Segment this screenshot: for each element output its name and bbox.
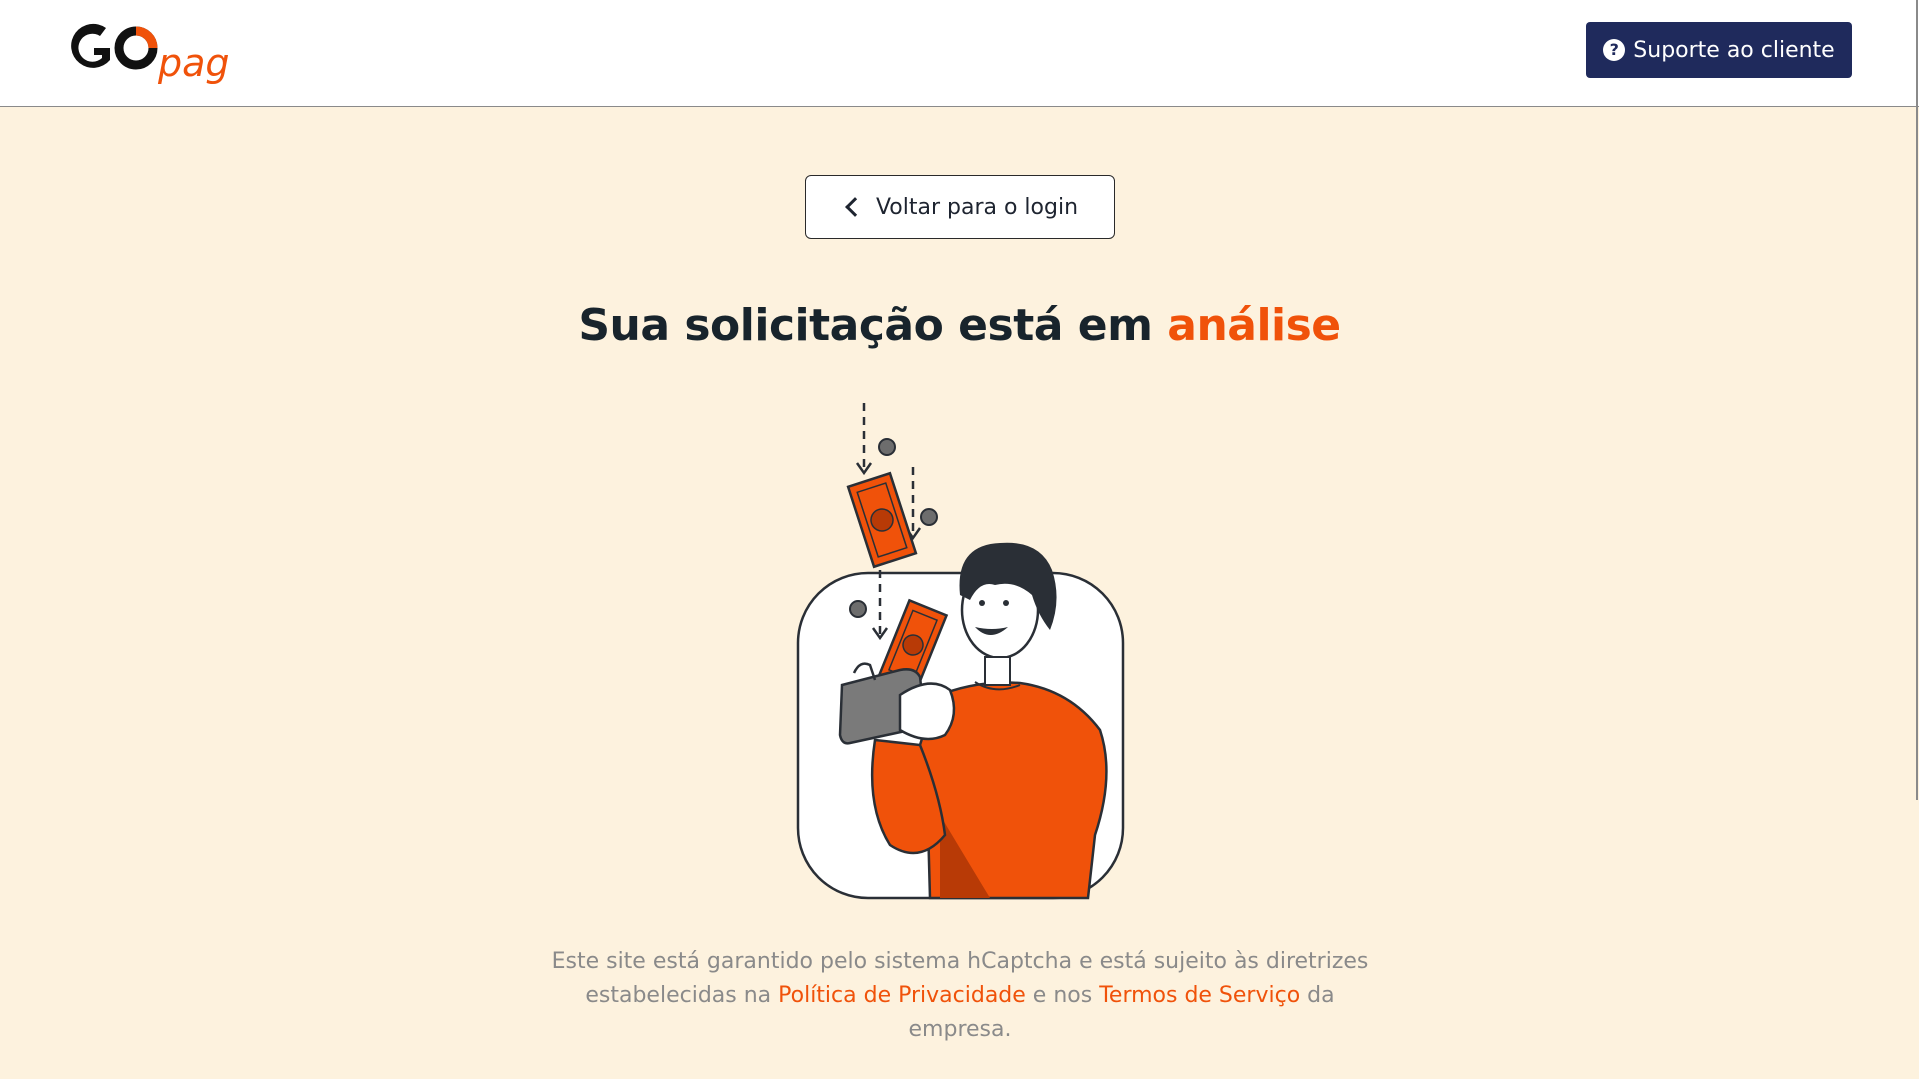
page-scrollbar[interactable] [1915, 0, 1919, 1079]
hcaptcha-disclaimer: Este site está garantido pelo sistema hC… [540, 945, 1380, 1047]
illustration-graphic [796, 403, 1125, 900]
disclaimer-text-middle: e nos [1025, 983, 1100, 1008]
gopag-logo-graphic: pag [71, 23, 230, 85]
question-circle-icon: ? [1603, 39, 1626, 61]
title-prefix: Sua solicitação está em [578, 300, 1168, 351]
privacy-policy-link[interactable]: Política de Privacidade [778, 983, 1026, 1008]
chevron-left-icon [845, 197, 865, 217]
support-button-label: Suporte ao cliente [1633, 37, 1835, 63]
back-button-label: Voltar para o login [875, 194, 1079, 220]
page-title: Sua solicitação está em análise [0, 300, 1919, 351]
money-wallet-illustration [770, 395, 1150, 905]
customer-support-button[interactable]: ? Suporte ao cliente [1586, 22, 1852, 78]
back-to-login-button[interactable]: Voltar para o login [805, 175, 1115, 239]
title-highlight: análise [1167, 300, 1341, 351]
gopag-logo[interactable]: pag [66, 18, 266, 88]
terms-of-service-link[interactable]: Termos de Serviço [1099, 983, 1300, 1008]
site-header: pag ? Suporte ao cliente [0, 0, 1919, 107]
svg-text:pag: pag [157, 41, 230, 85]
scrollbar-thumb[interactable] [1916, 0, 1918, 800]
